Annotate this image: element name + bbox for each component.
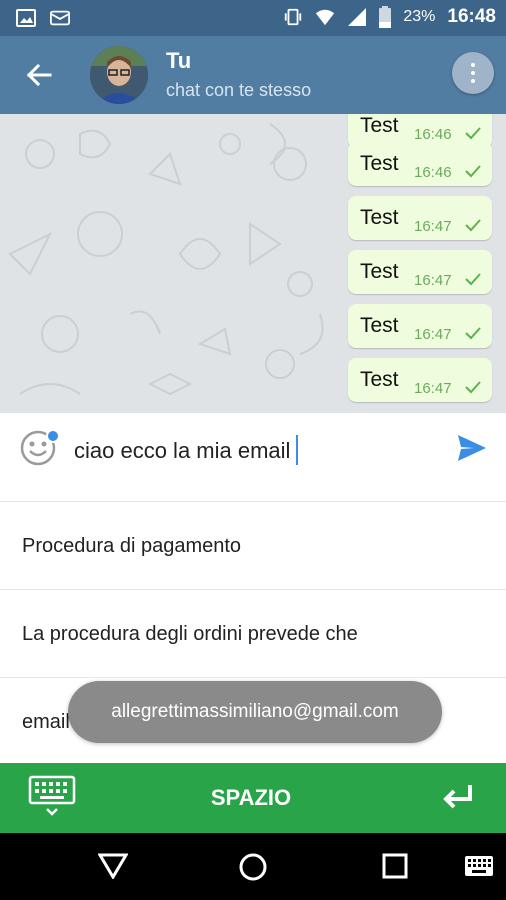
keyboard-hide-icon[interactable] <box>28 775 76 819</box>
message-time: 16:46 <box>414 126 452 143</box>
battery-percent: 23% <box>403 8 436 25</box>
message-bubble[interactable]: Test 16:46 <box>348 142 492 186</box>
avatar-picture <box>90 46 148 104</box>
home-nav-icon[interactable] <box>238 852 268 882</box>
suggestion-item[interactable]: La procedura degli ordini prevede che <box>0 590 506 678</box>
back-arrow-icon[interactable] <box>24 60 54 90</box>
message-input-bar: ciao ecco la mia email <box>0 413 506 502</box>
clock: 16:48 <box>447 6 496 27</box>
battery-icon <box>379 6 392 28</box>
chat-area[interactable]: Test 16:46 Test 16:46 Test 16:47 Test 16:47 Test… <box>0 114 506 413</box>
check-icon <box>465 219 481 232</box>
message-time: 16:47 <box>414 380 452 397</box>
message-text: Test <box>360 152 399 175</box>
message-text: Test <box>360 114 399 137</box>
navigation-bar <box>0 833 506 900</box>
check-icon <box>465 381 481 394</box>
suggestion-label: La procedura degli ordini prevede che <box>22 623 358 645</box>
suggestion-label: Procedura di pagamento <box>22 535 242 557</box>
chat-header: Tu chat con te stesso <box>0 36 506 114</box>
recents-nav-icon[interactable] <box>382 853 408 879</box>
signal-icon <box>348 8 367 26</box>
vibrate-icon <box>285 8 302 26</box>
message-input[interactable]: ciao ecco la mia email <box>74 435 299 465</box>
image-icon <box>16 9 36 27</box>
suggestion-item[interactable]: Procedura di pagamento <box>0 502 506 590</box>
wifi-icon <box>316 9 335 26</box>
message-bubble[interactable]: Test 16:47 <box>348 358 492 402</box>
chat-title[interactable]: Tu <box>166 48 191 74</box>
message-time: 16:47 <box>414 326 452 343</box>
message-bubble[interactable]: Test 16:47 <box>348 196 492 240</box>
back-nav-icon[interactable] <box>98 853 128 879</box>
status-bar: 23% 16:48 <box>0 0 506 36</box>
check-icon <box>465 273 481 286</box>
keyboard-switch-icon[interactable] <box>464 855 494 877</box>
more-vert-icon[interactable] <box>452 52 494 94</box>
message-input-value: ciao ecco la mia email <box>74 438 291 463</box>
message-text: Test <box>360 368 399 391</box>
message-text: Test <box>360 314 399 337</box>
space-key[interactable]: SPAZIO <box>176 763 326 833</box>
emoji-badge <box>46 429 60 443</box>
text-caret <box>296 435 299 465</box>
check-icon <box>465 327 481 340</box>
keyboard-bar: SPAZIO <box>0 763 506 833</box>
message-text: Test <box>360 206 399 229</box>
message-time: 16:46 <box>414 164 452 181</box>
message-text: Test <box>360 260 399 283</box>
mail-icon <box>50 10 70 26</box>
message-time: 16:47 <box>414 272 452 289</box>
message-bubble[interactable]: Test 16:47 <box>348 250 492 294</box>
check-icon <box>465 165 481 178</box>
message-bubble[interactable]: Test 16:47 <box>348 304 492 348</box>
chat-subtitle: chat con te stesso <box>166 80 312 100</box>
clipboard-toast: allegrettimassimiliano@gmail.com <box>68 681 442 743</box>
enter-icon[interactable] <box>442 783 474 811</box>
send-icon[interactable] <box>456 433 488 463</box>
suggestion-label: email <box>22 711 70 733</box>
message-time: 16:47 <box>414 218 452 235</box>
avatar[interactable] <box>90 46 148 104</box>
check-icon <box>465 127 481 140</box>
